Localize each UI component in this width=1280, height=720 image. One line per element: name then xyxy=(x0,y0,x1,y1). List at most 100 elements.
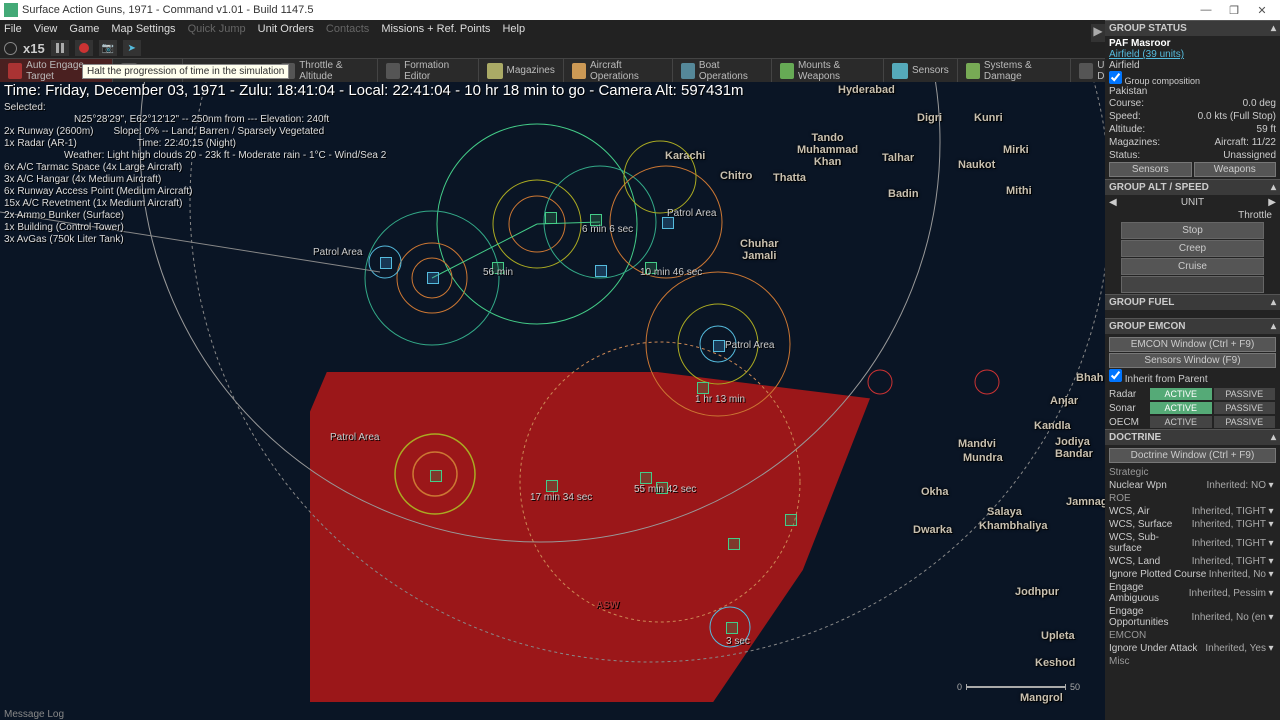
unit-marker[interactable] xyxy=(545,212,557,224)
emcon-window-button[interactable]: EMCON Window (Ctrl + F9) xyxy=(1109,337,1276,352)
patrol-area-label: Patrol Area xyxy=(313,247,362,258)
pause-button[interactable] xyxy=(51,40,69,56)
roe-dropdown[interactable]: ▾ xyxy=(1266,612,1276,623)
section-group-status[interactable]: GROUP STATUS▴ xyxy=(1105,20,1280,36)
roe-dropdown[interactable]: ▾ xyxy=(1266,506,1276,517)
group-units-link[interactable]: Airfield (39 units) xyxy=(1109,49,1276,60)
unit-marker[interactable] xyxy=(656,482,668,494)
group-comp-checkbox[interactable] xyxy=(1109,71,1122,84)
tactical-map[interactable]: Patrol Area Patrol Area Patrol Area Patr… xyxy=(0,82,1105,720)
window-title: Surface Action Guns, 1971 - Command v1.0… xyxy=(22,4,1192,16)
unit-marker[interactable] xyxy=(645,262,657,274)
picture-button[interactable]: 📷 xyxy=(99,40,117,56)
city-label: Jodiya Bandar xyxy=(1055,436,1093,460)
throttle-stop[interactable]: Stop xyxy=(1121,222,1264,239)
sensors-button[interactable]: Sensors xyxy=(1109,162,1192,177)
maximize-button[interactable]: ❐ xyxy=(1220,4,1248,17)
city-label: Keshod xyxy=(1035,657,1075,669)
inherit-checkbox[interactable] xyxy=(1109,369,1122,382)
unit-marker[interactable] xyxy=(427,272,439,284)
tab-mounts[interactable]: Mounts & Weapons xyxy=(772,59,884,83)
unit-marker[interactable] xyxy=(713,340,725,352)
throttle-blank[interactable] xyxy=(1121,276,1264,293)
patrol-area-label: Patrol Area xyxy=(667,208,716,219)
unit-marker[interactable] xyxy=(595,265,607,277)
city-label: Mandvi xyxy=(958,438,996,450)
selection-info: Selected: N25°28'29", E62°12'12" -- 250n… xyxy=(4,102,386,246)
tab-magazines[interactable]: Magazines xyxy=(479,59,564,83)
menu-bar: File View Game Map Settings Quick Jump U… xyxy=(0,20,1280,38)
roe-dropdown[interactable]: ▾ xyxy=(1266,569,1276,580)
section-doctrine[interactable]: DOCTRINE▴ xyxy=(1105,429,1280,445)
section-fuel[interactable]: GROUP FUEL▴ xyxy=(1105,294,1280,310)
menu-game[interactable]: Game xyxy=(69,23,99,35)
roe-dropdown[interactable]: ▾ xyxy=(1266,588,1276,599)
tab-formation[interactable]: Formation Editor xyxy=(378,59,479,83)
sensors-window-button[interactable]: Sensors Window (F9) xyxy=(1109,353,1276,368)
close-button[interactable]: ✕ xyxy=(1248,4,1276,17)
oecm-active[interactable]: ACTIVE xyxy=(1150,416,1212,428)
minimize-button[interactable]: — xyxy=(1192,4,1220,16)
throttle-cruise[interactable]: Cruise xyxy=(1121,258,1264,275)
unit-marker[interactable] xyxy=(546,480,558,492)
group-name: PAF Masroor xyxy=(1109,38,1276,49)
tab-systems[interactable]: Systems & Damage xyxy=(958,59,1071,83)
city-label: Mithi xyxy=(1006,185,1032,197)
unit-marker[interactable] xyxy=(726,622,738,634)
unit-marker[interactable] xyxy=(430,470,442,482)
tab-boat[interactable]: Boat Operations xyxy=(673,59,772,83)
menu-view[interactable]: View xyxy=(34,23,58,35)
city-label: Okha xyxy=(921,486,949,498)
unit-marker[interactable] xyxy=(662,217,674,229)
unit-marker[interactable] xyxy=(728,538,740,550)
city-label: Mundra xyxy=(963,452,1003,464)
city-label: Jodhpur xyxy=(1015,586,1059,598)
time-speed-label: x15 xyxy=(23,41,45,56)
menu-contacts[interactable]: Contacts xyxy=(326,23,369,35)
doctrine-window-button[interactable]: Doctrine Window (Ctrl + F9) xyxy=(1109,448,1276,463)
record-button[interactable] xyxy=(75,40,93,56)
message-log-label[interactable]: Message Log xyxy=(4,709,64,720)
unit-marker[interactable] xyxy=(492,262,504,274)
roe-dropdown[interactable]: ▾ xyxy=(1266,538,1276,549)
unit-marker[interactable] xyxy=(380,257,392,269)
action-tabbar: Auto Engage Target Manual Halt the progr… xyxy=(0,58,1280,82)
tab-sensors[interactable]: Sensors xyxy=(884,59,958,83)
unit-marker[interactable] xyxy=(590,214,602,226)
window-titlebar: Surface Action Guns, 1971 - Command v1.0… xyxy=(0,0,1280,20)
pointer-button[interactable]: ➤ xyxy=(123,40,141,56)
menu-missions[interactable]: Missions + Ref. Points xyxy=(381,23,490,35)
menu-help[interactable]: Help xyxy=(502,23,525,35)
radar-active[interactable]: ACTIVE xyxy=(1150,388,1212,400)
unit-marker[interactable] xyxy=(785,514,797,526)
time-compress-icon[interactable] xyxy=(4,42,17,55)
group-panel: GROUP STATUS▴ PAF Masroor Airfield (39 u… xyxy=(1105,20,1280,720)
section-altspeed[interactable]: GROUP ALT / SPEED▴ xyxy=(1105,179,1280,195)
city-label: Digri xyxy=(917,112,942,124)
unit-marker[interactable] xyxy=(640,472,652,484)
sonar-passive[interactable]: PASSIVE xyxy=(1214,402,1276,414)
throttle-creep[interactable]: Creep xyxy=(1121,240,1264,257)
city-label: Thatta xyxy=(773,172,806,184)
menu-unitorders[interactable]: Unit Orders xyxy=(258,23,314,35)
menu-mapsettings[interactable]: Map Settings xyxy=(111,23,175,35)
sonar-active[interactable]: ACTIVE xyxy=(1150,402,1212,414)
city-label: Salaya xyxy=(987,506,1022,518)
menu-quickjump[interactable]: Quick Jump xyxy=(188,23,246,35)
tab-aircraft[interactable]: Aircraft Operations xyxy=(564,59,673,83)
radar-passive[interactable]: PASSIVE xyxy=(1214,388,1276,400)
roe-dropdown[interactable]: ▾ xyxy=(1266,519,1276,530)
city-label: Jamnagar xyxy=(1066,496,1105,508)
roe-dropdown[interactable]: ▾ xyxy=(1266,643,1276,654)
roe-dropdown[interactable]: ▾ xyxy=(1266,556,1276,567)
menu-file[interactable]: File xyxy=(4,23,22,35)
weapons-button[interactable]: Weapons xyxy=(1194,162,1277,177)
city-label: Dwarka xyxy=(913,524,952,536)
city-label: Chuhar Jamali xyxy=(740,238,779,262)
city-label: Khambhaliya xyxy=(979,520,1047,532)
oecm-passive[interactable]: PASSIVE xyxy=(1214,416,1276,428)
section-emcon[interactable]: GROUP EMCON▴ xyxy=(1105,318,1280,334)
patrol-area-label: Patrol Area xyxy=(725,340,774,351)
rightpanel-collapse[interactable]: ▶ xyxy=(1091,24,1105,42)
unit-marker[interactable] xyxy=(697,382,709,394)
